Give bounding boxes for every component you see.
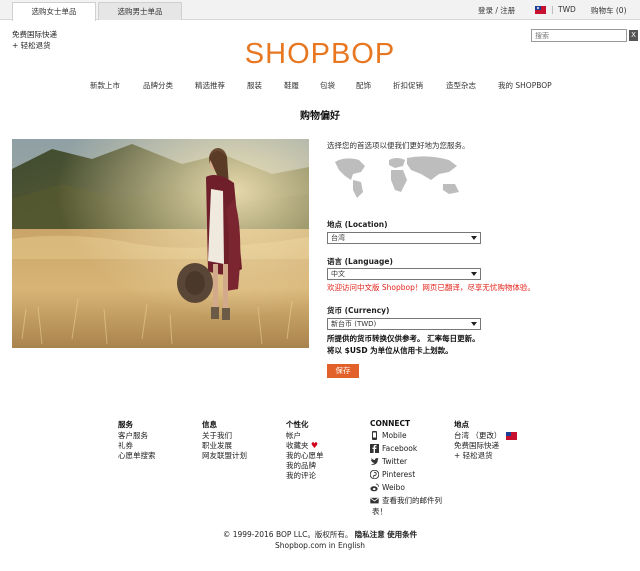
footer-facebook[interactable]: Facebook xyxy=(370,442,442,455)
privacy-link[interactable]: 隐私注意 xyxy=(355,530,385,539)
twitter-icon xyxy=(370,457,379,465)
location-dropdown-icon xyxy=(471,236,477,240)
terms-link[interactable]: 使用条件 xyxy=(387,530,417,539)
currency-dropdown-icon xyxy=(471,322,477,326)
nav-designers[interactable]: 品牌分类 xyxy=(143,80,173,91)
footer-wishlist-search[interactable]: 心愿单搜索 xyxy=(118,451,156,461)
footer-connect: CONNECT Mobile Facebook Twitter Pinteres… xyxy=(370,419,442,517)
english-site-link[interactable]: Shopbop.com in English xyxy=(0,541,640,550)
footer-mobile[interactable]: Mobile xyxy=(370,429,442,442)
weibo-icon xyxy=(370,483,379,492)
footer-personal: 个性化 帐户 收藏夹 ♥ 我的心愿单 我的品牌 我的评论 xyxy=(286,419,324,481)
mail-icon xyxy=(370,497,379,504)
nav-accessories[interactable]: 配饰 xyxy=(356,80,371,91)
mobile-icon xyxy=(372,431,377,440)
account-separator: | xyxy=(551,5,554,14)
footer-about-us[interactable]: 关于我们 xyxy=(202,431,247,441)
footer-favorites-label: 收藏夹 xyxy=(286,441,309,450)
shopbop-logo[interactable]: SHOPBOP xyxy=(0,38,640,71)
preferences-intro: 选择您的首选项以便我们更好地为您服务。 xyxy=(327,141,470,150)
footer-favorites[interactable]: 收藏夹 ♥ xyxy=(286,441,324,451)
footer-info: 信息 关于我们 职业发展 网友联盟计划 xyxy=(202,419,247,461)
footer-twitter-label: Twitter xyxy=(382,456,408,466)
footer-my-wishlist[interactable]: 我的心愿单 xyxy=(286,451,324,461)
save-button[interactable]: 保存 xyxy=(327,364,359,378)
location-label: 地点 (Location) xyxy=(327,220,388,229)
nav-clothing[interactable]: 服装 xyxy=(247,80,262,91)
hero-photo-illustration xyxy=(12,139,309,348)
currency-select[interactable]: 新台币 (TWD) xyxy=(327,318,481,330)
footer-mailing-list[interactable]: 查看我们的邮件列 xyxy=(370,494,442,507)
footer-change-location-label: 台湾 （更改） xyxy=(454,431,502,440)
footer-customer-service[interactable]: 客户服务 xyxy=(118,431,156,441)
heart-icon: ♥ xyxy=(310,441,319,450)
currency-selector[interactable]: TWD xyxy=(558,5,576,14)
nav-style-magazine[interactable]: 造型杂志 xyxy=(446,80,476,91)
language-warning: 欢迎访问中文版 Shopbop！网页已翻译，尽享无忧购物体验。 xyxy=(327,283,535,292)
cart-link[interactable]: 购物车 (0) xyxy=(591,5,627,16)
footer-service: 服务 客户服务 礼券 心愿单搜索 xyxy=(118,419,156,461)
footer-weibo-label: Weibo xyxy=(382,482,406,492)
nav-new-arrivals[interactable]: 新款上市 xyxy=(90,80,120,91)
footer-free-shipping[interactable]: 免费国际快递 xyxy=(454,441,517,451)
copyright-text: © 1999-2016 BOP LLC。版权所有。 xyxy=(222,530,353,539)
language-dropdown-icon xyxy=(471,272,477,276)
footer-location-title: 地点 xyxy=(454,420,469,429)
footer-pinterest[interactable]: Pinterest xyxy=(370,468,442,481)
currency-note-1: 所提供的货币转换仅供参考。 汇率每日更新。 xyxy=(327,334,480,343)
tab-women[interactable]: 选购女士单品 xyxy=(12,2,96,21)
footer-easy-returns[interactable]: + 轻松退货 xyxy=(454,451,517,461)
language-value: 中文 xyxy=(331,270,345,278)
location-value: 台湾 xyxy=(331,234,345,242)
taiwan-flag-icon[interactable] xyxy=(535,6,546,14)
nav-sale[interactable]: 折扣促销 xyxy=(393,80,423,91)
nav-bags[interactable]: 包袋 xyxy=(320,80,335,91)
footer-taiwan-flag-icon xyxy=(505,432,517,440)
top-bar: 选购女士单品 选购男士单品 登录 / 注册 | TWD 购物车 (0) xyxy=(0,0,640,21)
footer-mailing-list-label: 查看我们的邮件列 xyxy=(382,495,442,505)
footer-pinterest-label: Pinterest xyxy=(382,469,416,479)
footer-personal-title: 个性化 xyxy=(286,420,309,429)
footer-facebook-label: Facebook xyxy=(382,443,418,453)
page-title: 购物偏好 xyxy=(300,111,340,122)
pinterest-icon xyxy=(370,470,379,479)
footer-connect-title: CONNECT xyxy=(370,419,411,428)
world-map-icon xyxy=(335,156,459,198)
location-select[interactable]: 台湾 xyxy=(327,232,481,244)
hero-photo xyxy=(12,139,309,348)
footer-my-reviews[interactable]: 我的评论 xyxy=(286,471,324,481)
currency-note-2: 将以 $USD 为单位从信用卡上划款。 xyxy=(327,346,453,355)
copyright: © 1999-2016 BOP LLC。版权所有。 隐私注意 使用条件 xyxy=(0,529,640,540)
footer-gift-cards[interactable]: 礼券 xyxy=(118,441,156,451)
language-select[interactable]: 中文 xyxy=(327,268,481,280)
footer-careers[interactable]: 职业发展 xyxy=(202,441,247,451)
footer-location: 地点 台湾 （更改） 免费国际快递 + 轻松退货 xyxy=(454,419,517,461)
footer-affiliate[interactable]: 网友联盟计划 xyxy=(202,451,247,461)
footer-info-title: 信息 xyxy=(202,420,217,429)
main-nav: 新款上市 品牌分类 精选推荐 服装 鞋履 包袋 配饰 折扣促销 造型杂志 我的 … xyxy=(0,80,640,92)
facebook-icon xyxy=(370,444,379,453)
footer-weibo[interactable]: Weibo xyxy=(370,481,442,494)
footer-my-designers[interactable]: 我的品牌 xyxy=(286,461,324,471)
language-label: 语言 (Language) xyxy=(327,257,393,266)
nav-shoes[interactable]: 鞋履 xyxy=(284,80,299,91)
footer-change-location[interactable]: 台湾 （更改） xyxy=(454,431,517,441)
footer-mailing-list-cont[interactable]: 表！ xyxy=(370,507,442,517)
tab-men[interactable]: 选购男士单品 xyxy=(98,2,182,20)
footer-account[interactable]: 帐户 xyxy=(286,431,324,441)
footer-twitter[interactable]: Twitter xyxy=(370,455,442,468)
nav-my-shopbop[interactable]: 我的 SHOPBOP xyxy=(498,80,552,91)
currency-label: 货币 (Currency) xyxy=(327,306,390,315)
footer-service-title: 服务 xyxy=(118,420,133,429)
footer-mobile-label: Mobile xyxy=(382,430,407,440)
currency-value: 新台币 (TWD) xyxy=(331,320,377,328)
nav-featured[interactable]: 精选推荐 xyxy=(195,80,225,91)
login-register-link[interactable]: 登录 / 注册 xyxy=(478,5,515,16)
